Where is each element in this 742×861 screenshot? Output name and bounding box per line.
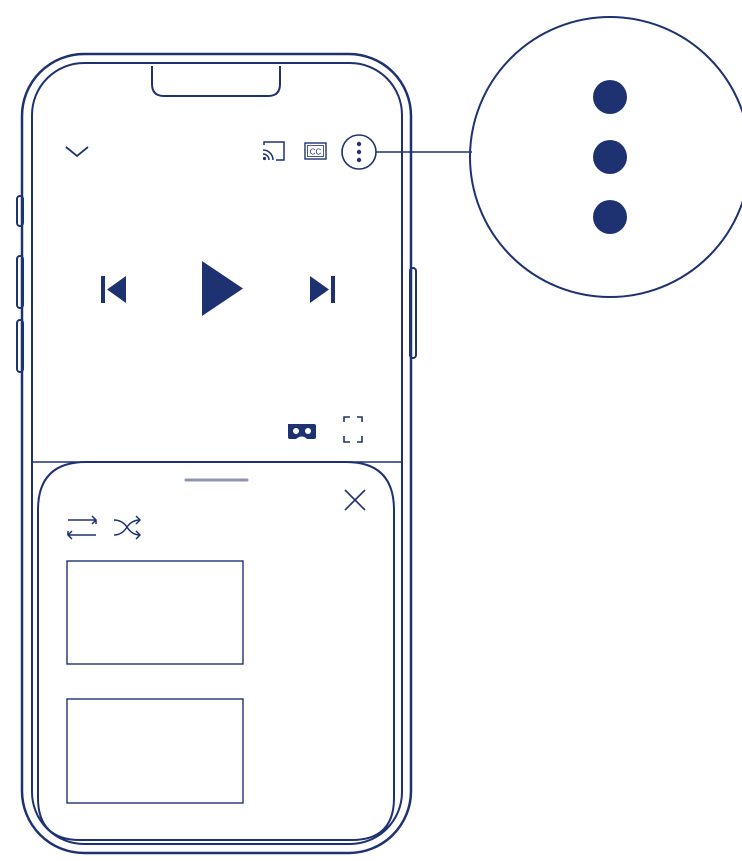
skip-previous-icon xyxy=(101,276,126,303)
captions-label: CC xyxy=(310,148,322,157)
captions-button[interactable]: CC xyxy=(304,142,327,160)
side-button xyxy=(16,195,24,227)
play-icon xyxy=(202,261,243,316)
skip-next-icon xyxy=(310,276,335,303)
cardboard-vr-icon xyxy=(288,424,316,439)
side-button xyxy=(16,255,24,309)
player-screen-illustration: CC xyxy=(16,16,742,855)
cc-icon: CC xyxy=(304,142,327,160)
more-options-button[interactable] xyxy=(341,134,377,170)
queue-sheet xyxy=(32,461,402,841)
phone-notch xyxy=(151,66,281,97)
cast-button[interactable] xyxy=(262,141,285,161)
cast-icon xyxy=(262,141,285,161)
fullscreen-icon xyxy=(343,416,363,443)
side-button xyxy=(16,319,24,373)
collapse-button[interactable] xyxy=(65,146,89,158)
callout-magnifier xyxy=(376,16,742,298)
next-button[interactable] xyxy=(310,276,335,303)
chevron-down-icon xyxy=(65,146,89,158)
more-vertical-icon-enlarged xyxy=(593,80,627,234)
side-button xyxy=(409,267,417,359)
fullscreen-button[interactable] xyxy=(343,416,363,443)
more-vertical-icon xyxy=(356,141,362,163)
play-button[interactable] xyxy=(202,261,243,316)
vr-mode-button[interactable] xyxy=(288,424,316,439)
previous-button[interactable] xyxy=(101,276,126,303)
